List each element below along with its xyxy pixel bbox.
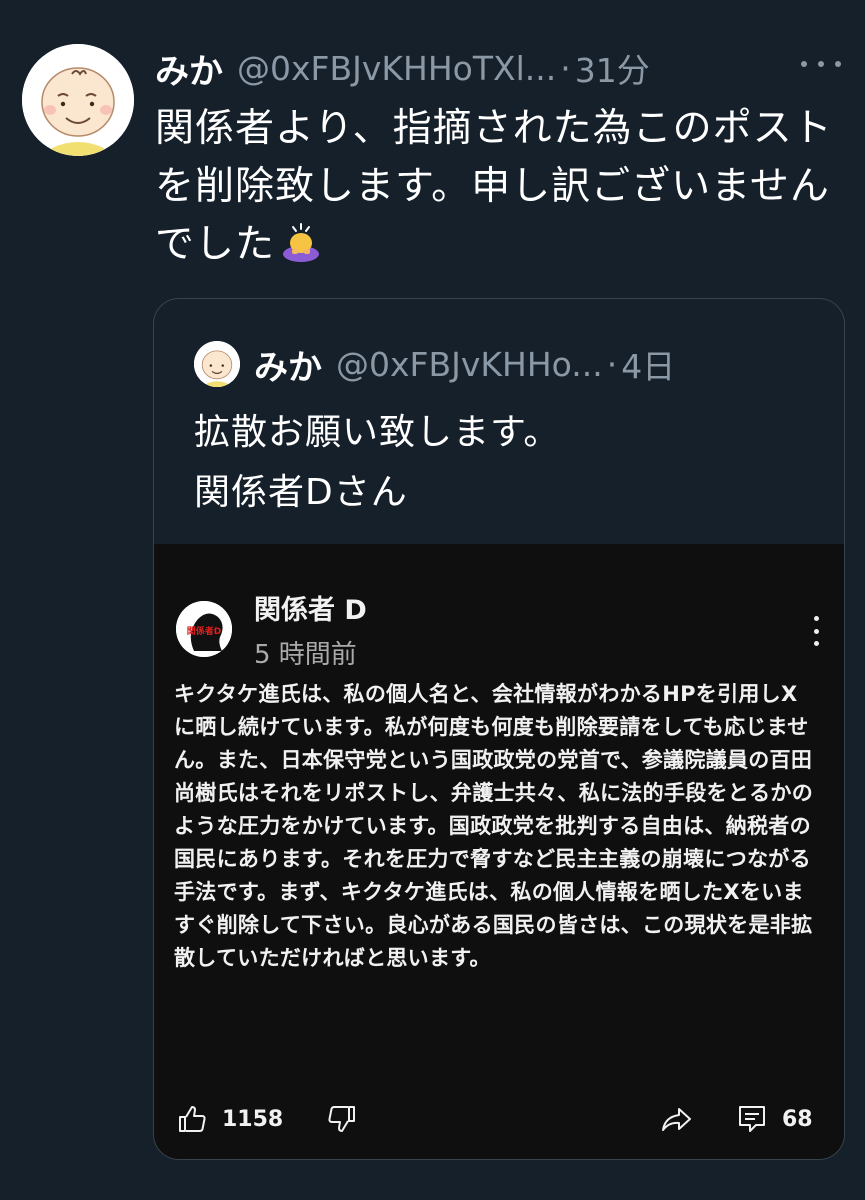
next-actions-bar-partial (0, 1185, 865, 1200)
person-bowing-icon (279, 219, 323, 263)
like-button[interactable]: 1158 (176, 1099, 283, 1139)
dislike-button[interactable] (326, 1099, 358, 1139)
quoted-tweet-text: 拡散お願い致します。 関係者Dさん (194, 403, 560, 523)
separator-dot: · (560, 48, 571, 88)
channel-avatar: 関係者D (176, 601, 232, 657)
comments-button[interactable]: 68 (736, 1099, 813, 1139)
quoted-post-time: 4日 (621, 347, 676, 386)
quoted-user-handle: @0xFBJvKHHo... (336, 344, 603, 384)
quoted-text-line: 拡散お願い致します。 (194, 412, 561, 453)
like-count: 1158 (222, 1106, 284, 1132)
more-options-icon[interactable] (801, 50, 841, 78)
user-avatar[interactable] (22, 44, 134, 156)
posted-time: 5 時間前 (254, 640, 357, 670)
thumbs-up-icon (179, 1106, 206, 1132)
quoted-tweet[interactable]: みか @0xFBJvKHHo... · 4日 拡散お願い致します。 関係者Dさん… (153, 298, 845, 1160)
share-button[interactable] (660, 1099, 694, 1139)
community-post-text: キクタケ進氏は、私の個人名と、会社情報がわかるHPを引用しXに晒し続けています。… (174, 682, 813, 970)
comment-count: 68 (782, 1106, 813, 1132)
quoted-tweet-header: みか @0xFBJvKHHo... · 4日 (194, 339, 675, 389)
quoted-user-avatar (194, 341, 240, 387)
post-actions: 1158 68 (176, 1099, 818, 1139)
separator-dot: · (606, 344, 618, 384)
channel-logo-icon: 関係者D (176, 601, 232, 657)
vertical-more-icon[interactable] (814, 616, 820, 646)
share-arrow-icon (662, 1108, 691, 1131)
thumbs-down-icon (328, 1106, 355, 1132)
tweet-header: みか @0xFBJvKHHoTXl... · 31分 (155, 42, 825, 94)
user-handle[interactable]: @0xFBJvKHHoTXl... (237, 49, 556, 88)
tweet-text: 関係者より、指摘された為このポストを削除致します。申し訳ございませんでした (155, 100, 855, 274)
post-time[interactable]: 31分 (575, 44, 650, 92)
display-name[interactable]: みか (155, 44, 223, 93)
comment-icon (739, 1106, 765, 1132)
tweet-body: 関係者より、指摘された為このポストを削除致します。申し訳ございませんでした (155, 106, 833, 267)
quoted-display-name: みか (254, 347, 322, 388)
charlie-brown-avatar-icon (194, 341, 240, 387)
embedded-screenshot[interactable]: 関係者D 関係者 D 5 時間前 キクタケ進氏は、私の個人名と、会社情報がわかる… (154, 544, 844, 1159)
channel-logo-text: 関係者D (187, 625, 221, 637)
quoted-text-line: 関係者Dさん (194, 472, 408, 513)
channel-name: 関係者 D (254, 595, 367, 626)
charlie-brown-avatar-icon (22, 44, 134, 156)
